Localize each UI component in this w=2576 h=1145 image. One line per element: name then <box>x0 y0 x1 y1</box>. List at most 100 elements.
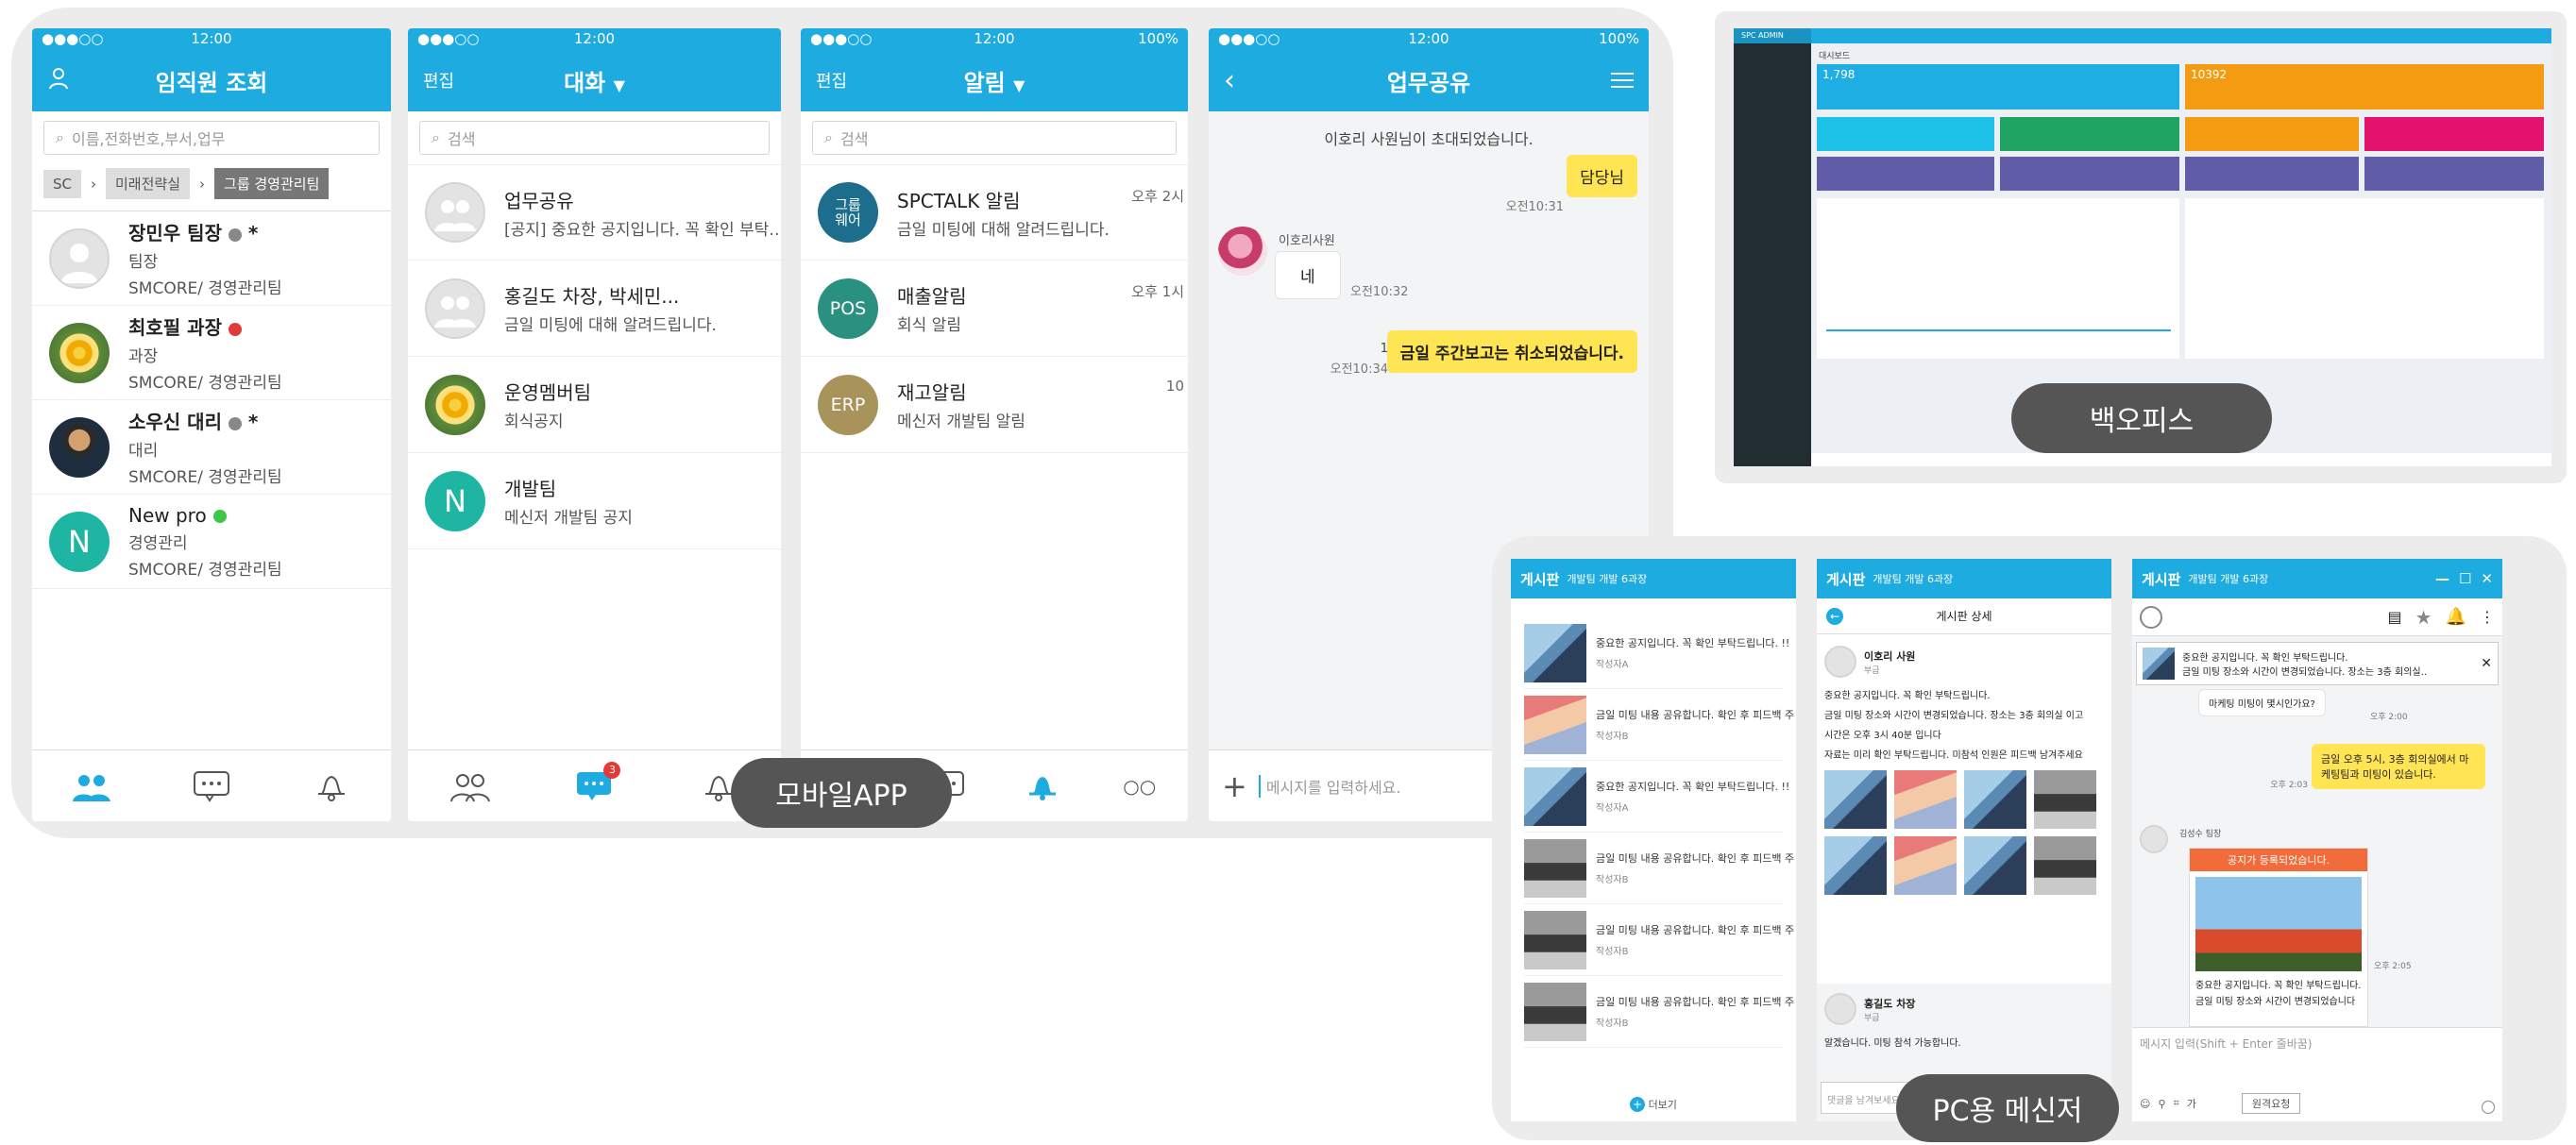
tab-alerts[interactable] <box>307 767 356 805</box>
tab-alerts[interactable] <box>1018 767 1067 805</box>
capture-icon[interactable]: ⌗ <box>2174 1097 2179 1110</box>
app-avatar-label: 그룹 웨어 <box>835 195 861 228</box>
search-input[interactable]: ⌕ 검색 <box>419 121 770 155</box>
contact-row[interactable]: 장민우 팀장 * 팀장 SMCORE/ 경영관리팀 <box>32 211 391 306</box>
avatar <box>49 416 110 478</box>
post-image[interactable] <box>2034 836 2096 895</box>
emoji-icon[interactable]: ☺ <box>2140 1098 2150 1110</box>
notice-banner[interactable]: 중요한 공지입니다. 꼭 확인 부탁드립니다. 금일 미팅 장소와 시간이 변경되… <box>2136 642 2499 685</box>
admin-tile[interactable] <box>2364 117 2544 151</box>
alert-row[interactable]: POS 매출알림 회식 알림 오후 1시 <box>801 261 1188 357</box>
maximize-icon[interactable]: ☐ <box>2459 570 2471 587</box>
post-image[interactable] <box>1824 770 1887 829</box>
more-vert-icon[interactable]: ⋮ <box>2480 608 2495 626</box>
message-bubble-mine: 담당님 <box>1567 155 1637 197</box>
plus-icon[interactable]: + <box>1222 768 1247 804</box>
board-icon[interactable]: ▤ <box>2388 608 2402 626</box>
contact-name: New pro <box>128 503 207 527</box>
notice-card[interactable]: 공지가 등록되었습니다. 중요한 공지입니다. 꼭 확인 부탁드립니다. 금일 … <box>2189 848 2368 1027</box>
post-item[interactable]: 중요한 공지입니다. 꼭 확인 부탁드립니다. !! 작성자A <box>1524 761 1789 833</box>
post-author: 작성자B <box>1596 947 1629 957</box>
admin-tile[interactable] <box>1817 117 1994 151</box>
pc-board-list: 게시판 개발팀 개발 6과장 중요한 공지입니다. 꼭 확인 부탁드립니다. !!… <box>1511 559 1796 1121</box>
contact-name: 최호필 과장 <box>128 316 222 339</box>
window-header: 게시판 개발팀 개발 6과장 <box>1511 559 1796 598</box>
more-button[interactable]: + 더보기 <box>1511 1097 1796 1112</box>
bell-icon[interactable]: 🔔 <box>2446 607 2466 627</box>
contact-row[interactable]: 최호필 과장 과장 SMCORE/ 경영관리팀 <box>32 306 391 400</box>
tab-chat[interactable] <box>187 767 236 805</box>
close-icon[interactable]: ✕ <box>2481 570 2493 587</box>
message-input[interactable]: 메시지를 입력하세요. <box>1258 774 1400 798</box>
post-item[interactable]: 금일 미팅 내용 공유합니다. 확인 후 피드백 주 작성자B <box>1524 689 1794 761</box>
detail-title: 게시판 상세 <box>1936 610 1992 623</box>
post-image[interactable] <box>1964 836 2026 895</box>
page-title: 알림 <box>963 69 1006 96</box>
post-image[interactable] <box>1824 836 1887 895</box>
admin-tile[interactable] <box>2185 117 2359 151</box>
admin-tile[interactable] <box>2185 157 2359 191</box>
tab-chat[interactable]: 3 <box>569 761 621 805</box>
font-icon[interactable]: 가 <box>2187 1096 2196 1111</box>
chat-name: 업무공유 <box>504 189 574 212</box>
label-backoffice: 백오피스 <box>2011 383 2272 453</box>
post-image[interactable] <box>1894 770 1957 829</box>
tab-bar <box>32 749 391 821</box>
more-icon[interactable]: ○○ <box>1115 767 1164 805</box>
star-icon[interactable]: ★ <box>2415 606 2432 629</box>
commenter-role: 부급 <box>1864 1013 1880 1023</box>
breadcrumb-item-active[interactable]: 그룹 경영관리팀 <box>214 168 330 199</box>
minimize-icon[interactable]: — <box>2435 570 2449 587</box>
message-input[interactable]: 메시지 입력(Shift + Enter 줄바꿈) <box>2132 1028 2502 1059</box>
alert-name: SPCTALK 알림 <box>897 189 1021 212</box>
breadcrumb-item[interactable]: 미래전략실 <box>106 168 191 199</box>
chat-preview: 금일 미팅에 대해 알려드립니다. <box>504 316 717 335</box>
group-avatar <box>425 278 485 339</box>
caret-down-icon[interactable]: ▼ <box>1013 76 1025 94</box>
post-image[interactable] <box>1964 770 2026 829</box>
post-item[interactable]: 금일 미팅 내용 공유합니다. 확인 후 피드백 주 작성자B <box>1524 976 1794 1048</box>
alert-row[interactable]: 그룹 웨어 SPCTALK 알림 금일 미팅에 대해 알려드립니다. 오후 2시 <box>801 164 1188 261</box>
post-item[interactable]: 금일 미팅 내용 공유합니다. 확인 후 피드백 주 작성자B <box>1524 833 1794 904</box>
search-input[interactable]: ⌕ 검색 <box>812 121 1177 155</box>
message-bubble-mine: 금일 오후 5시, 3층 회의실에서 마케팅팀과 미팅이 있습니다. <box>2312 744 2485 789</box>
menu-icon[interactable] <box>1611 68 1634 93</box>
chat-row[interactable]: N 개발팀 메신저 개발팀 공지 <box>408 453 781 549</box>
admin-tile[interactable] <box>2364 157 2544 191</box>
bell-icon <box>1029 776 1057 800</box>
chat-row[interactable]: 운영멤버팀 회식공지 <box>408 357 781 453</box>
post-item[interactable]: 금일 미팅 내용 공유합니다. 확인 후 피드백 주 작성자B <box>1524 904 1794 976</box>
admin-stat-box: 1,798 <box>1817 64 2179 109</box>
close-icon[interactable]: ✕ <box>2481 656 2492 671</box>
admin-tile[interactable] <box>2000 117 2179 151</box>
caret-down-icon[interactable]: ▼ <box>614 76 625 94</box>
avatar <box>49 322 110 383</box>
contact-row[interactable]: N New pro 경영관리 SMCORE/ 경영관리팀 <box>32 495 391 589</box>
post-image[interactable] <box>2034 770 2096 829</box>
post-author: 작성자B <box>1596 875 1629 885</box>
profile-icon[interactable] <box>2140 605 2162 629</box>
tab-contacts[interactable] <box>446 767 495 805</box>
app-avatar: ERP <box>818 374 878 435</box>
admin-sidebar <box>1734 43 1811 466</box>
chat-row[interactable]: 업무공유 [공지] 중요한 공지입니다. 꼭 확인 부탁… <box>408 164 781 261</box>
message-time: 오전10:34 <box>1330 362 1388 377</box>
breadcrumb-item[interactable]: SC <box>43 169 81 198</box>
notice-text: 중요한 공지입니다. 꼭 확인 부탁드립니다. <box>2182 653 2348 664</box>
contact-dept: SMCORE/ 경영관리팀 <box>128 468 282 487</box>
send-icon[interactable] <box>2482 1101 2495 1114</box>
search-input[interactable]: ⌕ 이름,전화번호,부서,업무 <box>43 121 380 155</box>
attach-icon[interactable]: ⚲ <box>2158 1098 2165 1110</box>
alert-row[interactable]: ERP 재고알림 메신저 개발팀 알림 10 <box>801 357 1188 453</box>
chat-row[interactable]: 홍길도 차장, 박세민... 금일 미팅에 대해 알려드립니다. <box>408 261 781 357</box>
contact-row[interactable]: 소우신 대리 * 대리 SMCORE/ 경영관리팀 <box>32 400 391 495</box>
admin-footer <box>1811 453 2551 466</box>
tab-contacts[interactable] <box>67 767 116 805</box>
remote-request-button[interactable]: 원격요청 <box>2241 1093 2301 1114</box>
admin-tile[interactable] <box>2000 157 2179 191</box>
avatar <box>2140 825 2168 853</box>
phone-chat-list: ●●●○○ 12:00 편집 대화 ▼ ⌕ 검색 업무공유 [공지] 중요한 공지입니… <box>408 28 781 821</box>
post-item[interactable]: 중요한 공지입니다. 꼭 확인 부탁드립니다. !! 작성자A <box>1524 617 1789 689</box>
post-image[interactable] <box>1894 836 1957 895</box>
admin-tile[interactable] <box>1817 157 1994 191</box>
